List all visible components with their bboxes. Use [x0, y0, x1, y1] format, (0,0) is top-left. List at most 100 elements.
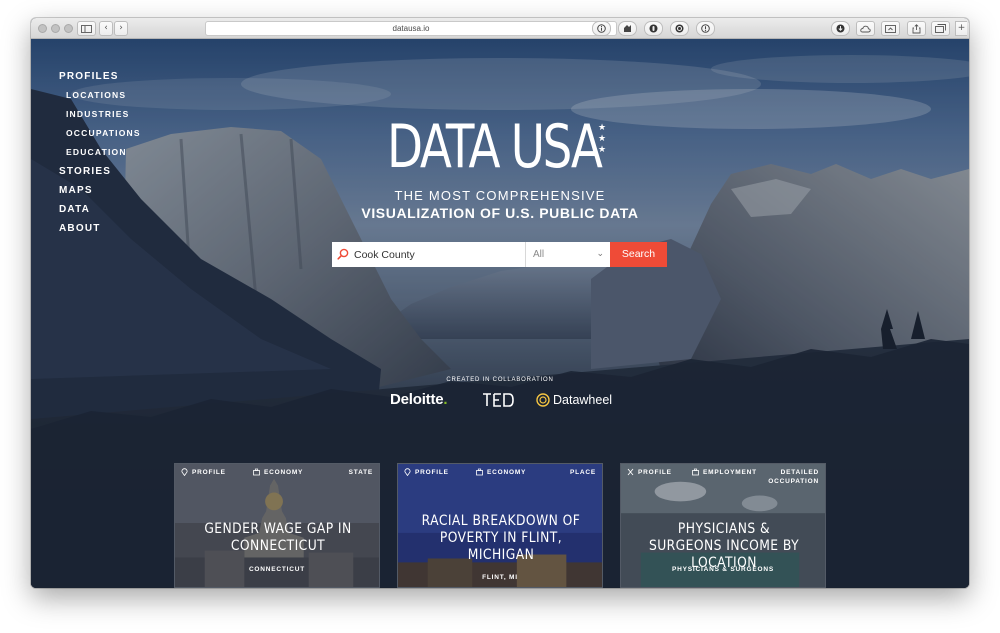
- star-icon: ★: [598, 145, 607, 155]
- reader-button[interactable]: [881, 21, 900, 36]
- address-bar[interactable]: datausa.io ↻: [205, 21, 617, 36]
- reader-icon: [885, 24, 896, 33]
- card-title: PHYSICIANS & SURGEONS INCOME BY LOCATION: [648, 521, 800, 571]
- tools-icon: [627, 468, 634, 476]
- forward-button[interactable]: ›: [114, 21, 128, 36]
- deloitte-logo-dot: .: [443, 391, 448, 408]
- chevron-left-icon: ‹: [104, 23, 108, 33]
- card-tag-level: STATE: [348, 469, 373, 476]
- downloads-button[interactable]: [831, 21, 850, 36]
- icloud-tabs-button[interactable]: [856, 21, 875, 36]
- card-header: PROFILE EMPLOYMENT DETAILED OCCUPATION: [621, 464, 825, 486]
- card-tag-profile: PROFILE: [627, 468, 672, 476]
- plus-icon: +: [957, 23, 966, 33]
- map-pin-icon: [404, 468, 411, 476]
- card-header: PROFILE ECONOMY PLACE: [398, 464, 602, 486]
- card-tag-profile-label: PROFILE: [415, 468, 449, 476]
- nav-locations[interactable]: LOCATIONS: [59, 86, 141, 105]
- card-tag-topic: ECONOMY: [253, 468, 303, 476]
- zoom-window-button[interactable]: [64, 24, 73, 33]
- alert-icon: [701, 24, 710, 33]
- search-button[interactable]: Search: [610, 242, 667, 267]
- search-icon: [337, 248, 349, 260]
- datausa-homepage: PROFILES LOCATIONS INDUSTRIES OCCUPATION…: [31, 39, 969, 588]
- tagline-line-1: THE MOST COMPREHENSIVE: [394, 188, 606, 203]
- card-tag-topic: ECONOMY: [476, 468, 526, 476]
- card-tag-topic-label: ECONOMY: [487, 468, 527, 476]
- card-subtitle: CONNECTICUT: [248, 566, 306, 573]
- share-icon: [912, 23, 921, 33]
- nav-industries[interactable]: INDUSTRIES: [59, 105, 141, 124]
- nav-stories[interactable]: STORIES: [59, 162, 141, 181]
- card-tag-profile: PROFILE: [181, 468, 226, 476]
- search-filter-value: All: [533, 249, 545, 260]
- card-subtitle: PHYSICIANS & SURGEONS: [671, 566, 775, 573]
- search-filter-select[interactable]: All ⌄: [525, 242, 610, 267]
- card-tag-level-line-1: DETAILED: [780, 469, 819, 476]
- story-card-flint-poverty[interactable]: PROFILE ECONOMY PLACE RACIAL BREAKDOWN O…: [397, 463, 603, 588]
- url-text: datausa.io: [392, 24, 430, 33]
- macro-connections-logo[interactable]: [482, 391, 514, 408]
- datawheel-logo[interactable]: Datawheel: [536, 389, 612, 411]
- extension-button-g[interactable]: [670, 21, 689, 36]
- story-card-gender-wage-gap[interactable]: PROFILE ECONOMY STATE GENDER WAGE GAP IN…: [174, 463, 380, 588]
- tabs-overview-button[interactable]: [931, 21, 950, 36]
- new-tab-button[interactable]: +: [955, 21, 967, 36]
- tagline-line-2: VISUALIZATION OF U.S. PUBLIC DATA: [361, 205, 639, 221]
- deloitte-logo[interactable]: Deloitte.: [390, 389, 448, 411]
- extension-button-alert[interactable]: [696, 21, 715, 36]
- info-icon: [597, 24, 606, 33]
- collaboration-label: CREATED IN COLLABORATION: [446, 377, 554, 383]
- minimize-window-button[interactable]: [51, 24, 60, 33]
- star-icon: ★: [598, 134, 607, 144]
- close-window-button[interactable]: [38, 24, 47, 33]
- card-tag-level: PLACE: [569, 469, 596, 476]
- card-header: PROFILE ECONOMY STATE: [175, 464, 379, 486]
- card-tag-topic: EMPLOYMENT: [692, 468, 757, 476]
- sidebar-icon: [81, 24, 92, 33]
- g-extension-icon: [675, 24, 684, 33]
- datawheel-icon: [536, 393, 550, 407]
- search-bar: All ⌄ Search: [332, 242, 667, 267]
- star-icon: ★: [598, 123, 607, 133]
- briefcase-icon: [476, 468, 483, 476]
- briefcase-icon: [253, 468, 260, 476]
- story-card-physicians-income[interactable]: PROFILE EMPLOYMENT DETAILED OCCUPATION P…: [620, 463, 826, 588]
- tabs-icon: [935, 24, 946, 33]
- extension-button-info[interactable]: [592, 21, 611, 36]
- card-tag-profile-label: PROFILE: [638, 468, 672, 476]
- chevron-down-icon: ⌄: [596, 249, 604, 259]
- card-tag-topic-label: ECONOMY: [264, 468, 304, 476]
- card-tag-profile: PROFILE: [404, 468, 449, 476]
- share-button[interactable]: [907, 21, 926, 36]
- datawheel-logo-text: Datawheel: [553, 393, 613, 407]
- card-title: RACIAL BREAKDOWN OF POVERTY IN FLINT, MI…: [421, 513, 581, 563]
- back-button[interactable]: ‹: [99, 21, 113, 36]
- nav-education[interactable]: EDUCATION: [59, 143, 141, 162]
- extension-button-tools[interactable]: [618, 21, 637, 36]
- card-tag-profile-label: PROFILE: [192, 468, 226, 476]
- map-pin-icon: [181, 468, 188, 476]
- browser-toolbar: ‹ › datausa.io ↻: [31, 18, 969, 39]
- browser-window: ‹ › datausa.io ↻: [31, 18, 969, 588]
- card-subtitle: FLINT, MI: [482, 574, 518, 581]
- nav-about[interactable]: ABOUT: [59, 219, 141, 238]
- nav-occupations[interactable]: OCCUPATIONS: [59, 124, 141, 143]
- logo-stars: ★ ★ ★: [598, 123, 612, 156]
- sidebar-toggle-button[interactable]: [77, 21, 96, 36]
- chevron-right-icon: ›: [119, 23, 123, 33]
- nav-profiles[interactable]: PROFILES: [59, 67, 141, 86]
- deloitte-logo-text: Deloitte: [390, 391, 444, 408]
- shield-icon: [649, 24, 658, 33]
- card-title: GENDER WAGE GAP IN CONNECTICUT: [204, 521, 352, 554]
- download-icon: [836, 24, 845, 33]
- datausa-logo: DATA USA: [387, 112, 603, 182]
- cloud-icon: [860, 25, 871, 32]
- card-tag-level: DETAILED OCCUPATION: [768, 468, 819, 486]
- card-tag-level-line-2: OCCUPATION: [768, 478, 819, 485]
- card-tag-topic-label: EMPLOYMENT: [703, 468, 757, 476]
- puzzle-icon: [624, 25, 631, 32]
- search-input[interactable]: [332, 242, 525, 267]
- briefcase-icon: [692, 468, 699, 476]
- extension-button-shield[interactable]: [644, 21, 663, 36]
